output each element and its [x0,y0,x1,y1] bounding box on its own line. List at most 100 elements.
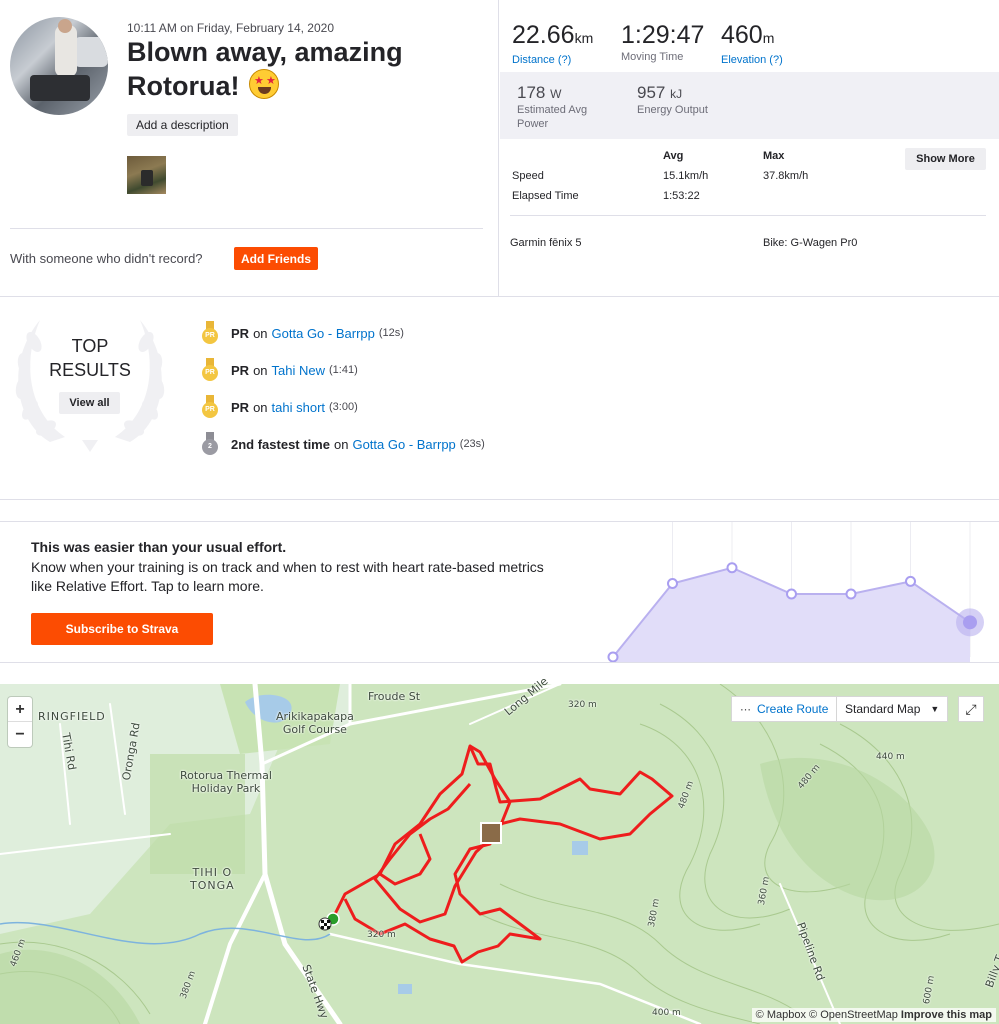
row-speed-avg: 15.1km/h [663,170,709,182]
achievement-time: (12s) [378,327,404,339]
create-route-label: Create Route [757,702,829,716]
segment-link[interactable]: tahi short [272,400,325,415]
map-label-golf: Arikikapakapa Golf Course [276,710,354,736]
relative-effort-chart [607,522,984,662]
column-max: Max [763,150,785,162]
activity-datetime: 10:11 AM on Friday, February 14, 2020 [127,21,335,35]
contour-label: 320 m [367,930,396,940]
subscribe-button[interactable]: Subscribe to Strava [31,613,213,645]
view-all-button[interactable]: View all [59,392,120,414]
silver-medal-icon: 2 [201,432,219,456]
achievement-label: PR [231,362,250,378]
map-label-tihi: TIHI O TONGA [190,866,235,892]
top-results-title-1: TOP [71,336,109,356]
moving-time-value: 1:29:47 [621,21,705,49]
elevation-value: 460 [721,21,763,49]
achievement-on: on [333,436,349,452]
add-friends-button[interactable]: Add Friends [234,247,318,270]
effort-body: Know when your training is on track and … [31,559,544,594]
add-description-button[interactable]: Add a description [127,114,238,136]
map-label-froude: Froude St [368,690,421,703]
achievement-label: 2nd fastest time [231,436,330,452]
segment-link[interactable]: Gotta Go - Barrpp [352,437,455,452]
achievement-time: (23s) [459,438,485,450]
divider [10,228,483,229]
create-route-button[interactable]: ⋯ Create Route [731,696,838,722]
effort-point [607,651,619,662]
with-someone-text: With someone who didn't record? [10,251,203,266]
stat-moving-time: 1:29:47 Moving Time [621,20,704,63]
effort-point [845,588,857,600]
device-name: Garmin fēnix 5 [510,237,582,249]
row-speed-label: Speed [512,170,544,182]
contour-label: 320 m [568,700,597,710]
achievement-on: on [253,399,268,415]
energy-value: 957 [637,83,666,102]
activity-photo-thumbnail[interactable] [127,156,166,194]
fullscreen-icon[interactable]: ⤢ [958,696,984,722]
athlete-avatar[interactable] [10,17,108,115]
achievement-label: PR [231,325,250,341]
map-label-thermal: Rotorua Thermal Holiday Park [180,769,272,795]
stat-energy: 957 kJ Energy Output [637,83,708,117]
activity-map[interactable] [0,684,999,1024]
energy-unit: kJ [670,87,683,101]
activity-title: Blown away, amazing Rotorua! ★ ★ [127,36,487,103]
effort-point [667,578,678,589]
star-struck-emoji-icon: ★ ★ [249,69,279,99]
achievement-on: on [253,325,268,341]
distance-value: 22.66 [512,21,575,49]
pr-medal-icon: PR [201,358,219,382]
power-unit: W [550,87,562,101]
row-elapsed-label: Elapsed Time [512,190,579,202]
effort-title: This was easier than your usual effort. [31,539,287,555]
achievement-time: (3:00) [329,401,358,413]
power-label-2: Power [517,118,549,130]
achievement-item: PR PR on Gotta Go - Barrpp (12s) [201,321,404,345]
attribution-osm[interactable]: © OpenStreetMap [809,1009,898,1021]
zoom-control: + − [8,697,32,747]
row-speed-max: 37.8km/h [763,170,809,182]
stat-power: 178 W Estimated Avg Power [517,83,587,131]
elevation-label[interactable]: Elevation (?) [721,54,783,66]
effort-point [905,575,916,587]
divider [510,215,986,216]
map-style-select[interactable]: Standard Map ▼ [836,696,949,722]
attribution-mapbox[interactable]: © Mapbox [756,1009,806,1021]
effort-point [963,615,977,630]
power-value: 178 [517,83,546,102]
stat-elevation: 460m Elevation (?) [721,20,783,66]
show-more-button[interactable]: Show More [905,148,986,170]
achievement-item: 2 2nd fastest time on Gotta Go - Barrpp … [201,432,485,456]
contour-label: 440 m [876,752,905,762]
energy-label: Energy Output [637,104,708,116]
route-icon: ⋯ [740,703,751,716]
column-avg: Avg [663,150,684,162]
achievement-item: PR PR on tahi short (3:00) [201,395,358,418]
achievement-on: on [253,362,268,378]
improve-map-link[interactable]: Improve this map [901,1009,992,1021]
top-results-title-2: RESULTS [49,360,131,380]
segment-link[interactable]: Tahi New [272,363,325,378]
bike-name: Bike: G-Wagen Pr0 [763,237,858,249]
achievement-time: (1:41) [329,364,358,376]
moving-time-label: Moving Time [621,51,684,63]
power-label-1: Estimated Avg [517,104,588,116]
row-elapsed-avg: 1:53:22 [663,190,700,202]
caret-down-icon: ▼ [930,704,940,714]
distance-unit: km [574,30,594,46]
zoom-out-button[interactable]: − [8,722,32,747]
map-label-ringfield: RINGFIELD [38,710,106,723]
map-terrain [0,684,999,1024]
achievement-label: PR [231,399,250,415]
distance-label[interactable]: Distance (?) [512,54,593,66]
zoom-in-button[interactable]: + [8,697,32,722]
map-style-label: Standard Map [845,702,921,716]
top-results-title: TOP RESULTS [40,334,140,382]
pr-medal-icon: PR [201,321,219,345]
effort-point [726,562,738,574]
achievement-item: PR PR on Tahi New (1:41) [201,358,358,382]
stat-distance: 22.66km Distance (?) [512,20,593,66]
elevation-unit: m [762,30,775,46]
segment-link[interactable]: Gotta Go - Barrpp [272,326,375,341]
